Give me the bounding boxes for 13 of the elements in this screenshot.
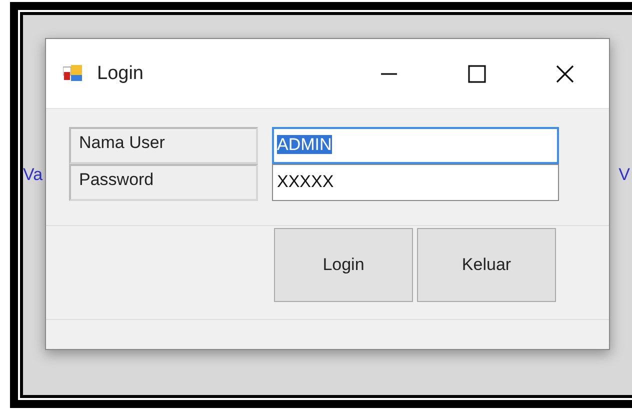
- form-icon: [63, 64, 85, 84]
- input-field[interactable]: XXXXX: [272, 164, 559, 201]
- close-icon: [556, 64, 574, 82]
- minimize-icon: [380, 72, 398, 74]
- window-title: Login: [97, 62, 144, 84]
- maximize-icon: [468, 64, 486, 82]
- input-field[interactable]: ADMIN: [272, 127, 559, 164]
- login-button[interactable]: Login: [274, 228, 413, 302]
- field-label: Nama User: [69, 127, 258, 164]
- field-label: Password: [69, 164, 258, 201]
- background-label: Va: [23, 165, 43, 185]
- background-label: V: [618, 165, 630, 185]
- exit-button[interactable]: Keluar: [417, 228, 556, 302]
